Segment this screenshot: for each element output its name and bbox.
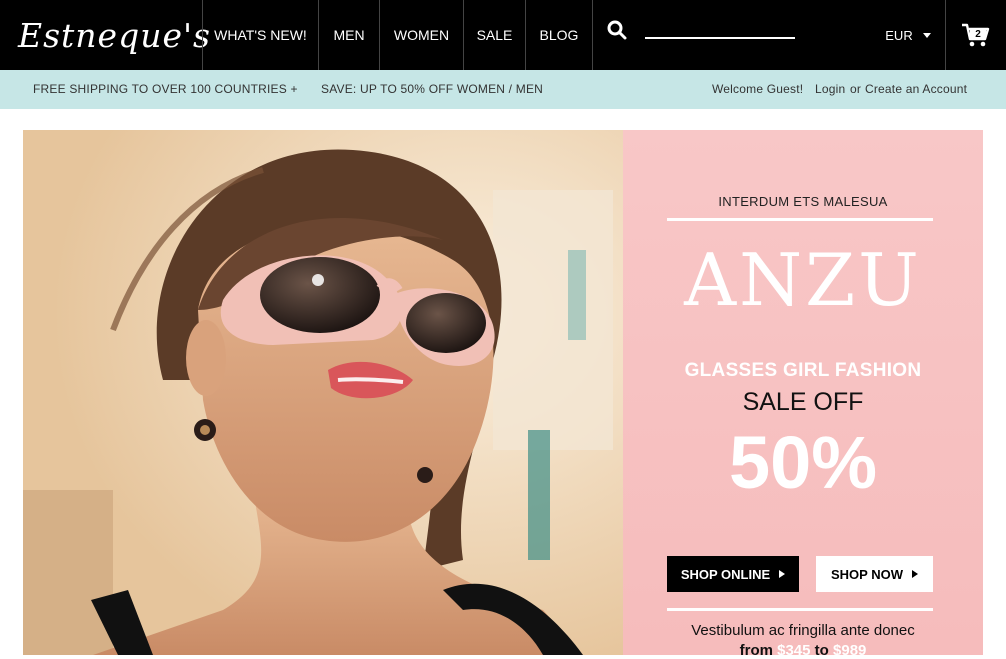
search-box [593,0,833,70]
promo-brand: ANZU [684,238,922,322]
currency-value: EUR [885,27,913,43]
shipping-notice: FREE SHIPPING TO OVER 100 COUNTRIES + [33,82,298,96]
promo-panel: INTERDUM ETS MALESUA ANZU GLASSES GIRL F… [623,130,983,659]
currency-selector[interactable]: EUR [870,0,946,70]
shop-online-button[interactable]: SHOP ONLINE [667,556,799,592]
nav-item-men[interactable]: MEN [318,0,379,70]
shop-now-button[interactable]: SHOP NOW [816,556,933,592]
shop-online-label: SHOP ONLINE [680,566,771,582]
nav-item-sale[interactable]: SALE [463,0,525,70]
promo-divider-top [667,218,933,221]
search-input[interactable] [645,23,795,39]
nav-item-whats-new[interactable]: WHAT'S NEW! [202,0,318,70]
promo-description: Vestibulum ac fringilla ante donec [691,622,915,639]
promo-headline: GLASSES GIRL FASHION [684,360,922,381]
search-icon[interactable] [607,20,627,40]
info-bar: FREE SHIPPING TO OVER 100 COUNTRIES + SA… [0,70,1006,109]
play-arrow-icon [779,570,786,578]
price-to: $989 [833,642,867,659]
nav-item-blog[interactable]: BLOG [525,0,593,70]
price-from-label: from [739,642,773,659]
promo-kicker: INTERDUM ETS MALESUA [718,194,888,209]
cart-button[interactable]: 2 [945,0,1006,70]
top-navigation-bar: Estneque's WHAT'S NEW! MEN WOMEN SALE BL… [0,0,1006,70]
promo-sale-off: SALE OFF [742,388,864,416]
model-illustration [23,130,623,655]
promo-divider-bottom [667,608,933,611]
price-from: $345 [777,642,811,659]
or-text: or [850,82,862,96]
nav-item-women[interactable]: WOMEN [379,0,463,70]
play-arrow-icon [912,570,918,578]
create-account-link[interactable]: Create an Account [865,82,967,96]
hero-banner: INTERDUM ETS MALESUA ANZU GLASSES GIRL F… [23,130,983,659]
save-notice: SAVE: UP TO 50% OFF WOMEN / MEN [321,82,544,96]
site-logo[interactable]: Estneque's [0,0,210,70]
cart-icon: 2 [962,23,990,47]
hero-model-image[interactable] [23,130,623,655]
main-nav: WHAT'S NEW! MEN WOMEN SALE BLOG [202,0,593,70]
cart-count: 2 [975,29,981,40]
login-link[interactable]: Login [815,82,845,96]
welcome-text: Welcome Guest! [712,82,804,96]
chevron-down-icon [922,32,931,38]
shop-now-label: SHOP NOW [831,566,903,582]
promo-price-range: from $345 to $989 [623,642,983,659]
price-to-label: to [814,642,829,659]
promo-percent: 50% [728,421,878,504]
